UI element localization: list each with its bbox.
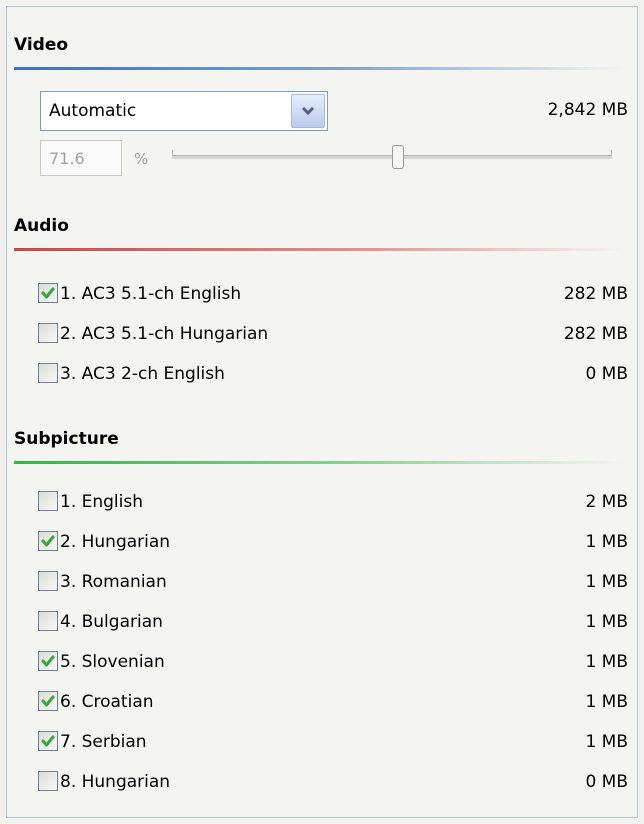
subpicture-track-row[interactable]: 4. Bulgarian 1 MB [38,610,628,638]
subpicture-section-title: Subpicture [14,429,119,449]
subpicture-track-row[interactable]: 2. Hungarian 1 MB [38,530,628,558]
subpicture-track-label: 1. English [60,492,144,512]
slider-tick-right [611,150,612,155]
checkmark-icon [41,655,55,667]
audio-track-checkbox[interactable] [38,283,58,303]
video-percent-input[interactable]: 71.6 [40,140,122,176]
subpicture-track-row[interactable]: 7. Serbian 1 MB [38,730,628,758]
subpicture-track-checkbox[interactable] [38,691,58,711]
subpicture-track-checkbox[interactable] [38,771,58,791]
audio-track-label: 2. AC3 5.1-ch Hungarian [60,324,269,344]
audio-section-title: Audio [14,216,69,236]
subpicture-track-size: 1 MB [585,612,628,632]
subpicture-track-checkbox[interactable] [38,731,58,751]
subpicture-track-label: 6. Croatian [60,692,154,712]
subpicture-track-size: 1 MB [585,732,628,752]
subpicture-track-checkbox[interactable] [38,611,58,631]
subpicture-track-checkbox[interactable] [38,651,58,671]
subpicture-track-label: 8. Hungarian [60,772,171,792]
subpicture-track-label: 7. Serbian [60,732,147,752]
subpicture-track-size: 1 MB [585,572,628,592]
video-divider [14,67,622,70]
audio-track-size: 282 MB [563,324,628,344]
subpicture-track-size: 1 MB [585,652,628,672]
audio-track-row[interactable]: 1. AC3 5.1-ch English 282 MB [38,282,628,310]
video-quality-slider-thumb[interactable] [392,145,404,169]
video-mode-dropdown[interactable]: Automatic [40,91,328,131]
audio-track-row[interactable]: 2. AC3 5.1-ch Hungarian 282 MB [38,322,628,350]
video-section-title: Video [14,35,69,55]
subpicture-track-row[interactable]: 8. Hungarian 0 MB [38,770,628,798]
audio-divider [14,248,622,251]
subpicture-track-checkbox[interactable] [38,571,58,591]
subpicture-track-label: 5. Slovenian [60,652,165,672]
video-size: 2,842 MB [547,100,628,120]
checkmark-icon [41,735,55,747]
subpicture-track-label: 3. Romanian [60,572,167,592]
subpicture-track-size: 1 MB [585,532,628,552]
percent-sign: % [134,150,149,168]
subpicture-track-size: 0 MB [585,772,628,792]
audio-track-checkbox[interactable] [38,363,58,383]
audio-track-row[interactable]: 3. AC3 2-ch English 0 MB [38,362,628,390]
video-mode-value: Automatic [49,101,137,121]
subpicture-track-row[interactable]: 6. Croatian 1 MB [38,690,628,718]
subpicture-track-row[interactable]: 5. Slovenian 1 MB [38,650,628,678]
subpicture-track-label: 4. Bulgarian [60,612,163,632]
checkmark-icon [41,535,55,547]
subpicture-track-checkbox[interactable] [38,491,58,511]
subpicture-track-checkbox[interactable] [38,531,58,551]
audio-track-checkbox[interactable] [38,323,58,343]
audio-track-size: 282 MB [563,284,628,304]
video-percent-value: 71.6 [49,149,85,168]
audio-track-size: 0 MB [585,364,628,384]
audio-track-label: 1. AC3 5.1-ch English [60,284,242,304]
subpicture-track-size: 2 MB [585,492,628,512]
checkmark-icon [41,287,55,299]
subpicture-track-size: 1 MB [585,692,628,712]
subpicture-track-row[interactable]: 1. English 2 MB [38,490,628,518]
subpicture-track-row[interactable]: 3. Romanian 1 MB [38,570,628,598]
subpicture-track-label: 2. Hungarian [60,532,171,552]
chevron-down-icon[interactable] [291,94,325,128]
audio-track-label: 3. AC3 2-ch English [60,364,225,384]
subpicture-divider [14,461,622,464]
checkmark-icon [41,695,55,707]
